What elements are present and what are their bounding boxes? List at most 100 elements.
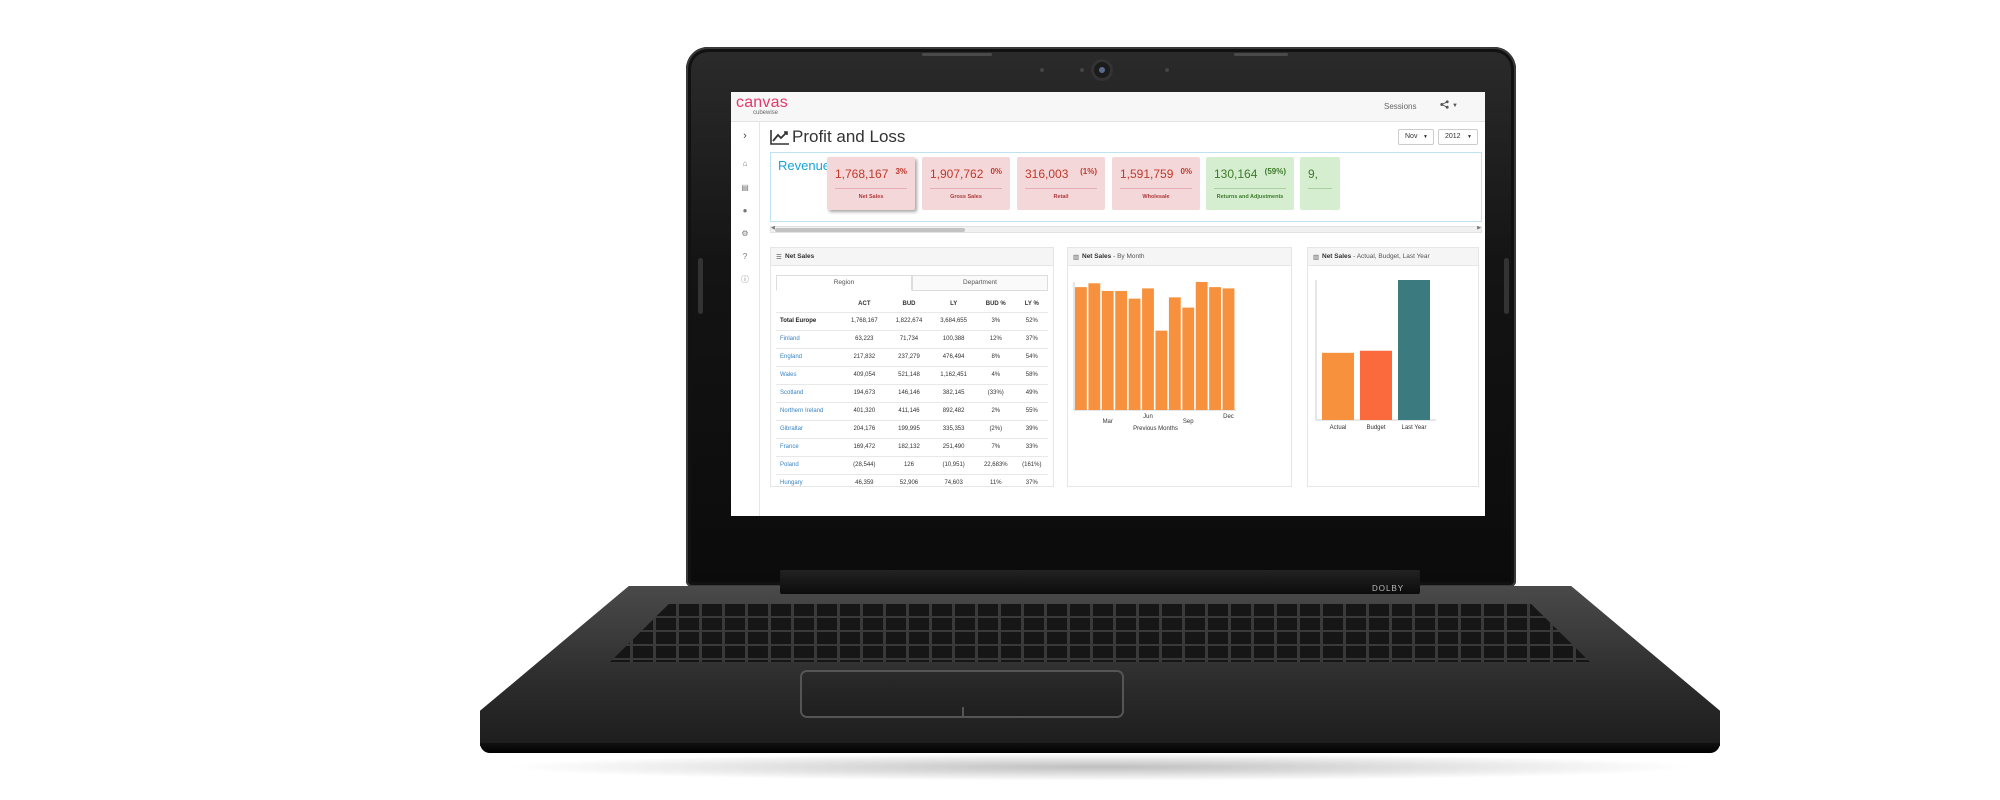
cell[interactable]: 4% (975, 365, 1016, 384)
chart-bar[interactable] (1142, 288, 1154, 410)
document-icon[interactable]: ▤ (739, 182, 751, 194)
cell[interactable]: 251,490 (931, 437, 976, 456)
cell[interactable]: 401,320 (842, 401, 887, 420)
cell[interactable]: 52,906 (886, 473, 932, 492)
row-name[interactable]: Poland (776, 455, 842, 474)
cell[interactable]: 100,388 (931, 329, 976, 348)
cell[interactable]: (33%) (975, 383, 1016, 402)
kpi-card-wholesale[interactable]: 1,591,759 0% Wholesale (1112, 157, 1200, 210)
year-select[interactable]: 2012 ▼ (1438, 129, 1478, 145)
column-header[interactable]: LY (931, 296, 976, 312)
cell[interactable]: 58% (1015, 365, 1048, 384)
cell[interactable]: 217,832 (842, 347, 887, 366)
row-name[interactable]: England (776, 347, 842, 366)
sessions-link[interactable]: Sessions (1384, 102, 1416, 111)
chart-bar[interactable] (1128, 298, 1141, 410)
scrollbar-thumb[interactable] (775, 228, 965, 232)
cell[interactable]: 194,673 (842, 383, 887, 402)
cell[interactable]: 169,472 (842, 437, 887, 456)
cell[interactable]: 1,768,167 (842, 311, 887, 330)
cell[interactable]: 71,734 (886, 329, 932, 348)
chart-bar[interactable] (1209, 287, 1221, 410)
chart-bar[interactable] (1155, 330, 1168, 410)
cell[interactable]: 22,683% (975, 455, 1016, 474)
row-name[interactable]: Gibraltar (776, 419, 842, 438)
column-header[interactable]: LY % (1016, 296, 1048, 312)
kpi-card-returns[interactable]: 130,164 (59%) Returns and Adjustments (1206, 157, 1294, 210)
cell[interactable]: 7% (975, 437, 1016, 456)
cell[interactable]: 74,603 (931, 473, 976, 492)
chart-bar[interactable] (1182, 307, 1195, 410)
chart-bar[interactable] (1115, 290, 1128, 410)
kpi-card-gross-sales[interactable]: 1,907,762 0% Gross Sales (922, 157, 1010, 210)
cell[interactable]: 55% (1015, 401, 1048, 420)
scroll-right-icon[interactable]: ▶ (1477, 225, 1481, 231)
cell[interactable]: 335,353 (931, 419, 976, 438)
chart-bar[interactable] (1360, 350, 1392, 420)
column-header[interactable]: ACT (842, 296, 887, 312)
cell[interactable]: 199,995 (886, 419, 932, 438)
row-name[interactable]: France (776, 437, 842, 456)
row-name[interactable]: Scotland (776, 383, 842, 402)
cell[interactable]: 892,482 (931, 401, 976, 420)
kpi-card-net-sales[interactable]: 1,768,167 3% Net Sales (827, 157, 915, 210)
cell[interactable]: (161%) (1015, 455, 1048, 474)
cell[interactable]: 8% (975, 347, 1016, 366)
cell[interactable]: 204,176 (842, 419, 887, 438)
tab-region[interactable]: Region (776, 275, 912, 291)
cell[interactable]: 521,148 (886, 365, 932, 384)
share-icon[interactable] (1440, 100, 1449, 111)
cell[interactable]: 39% (1015, 419, 1048, 438)
cell[interactable]: 52% (1015, 311, 1048, 330)
cell[interactable]: 476,494 (931, 347, 976, 366)
info-icon[interactable]: ⓘ (739, 274, 751, 286)
column-header[interactable]: BUD (887, 296, 932, 312)
cell[interactable]: 49% (1015, 383, 1048, 402)
cell[interactable]: 46,359 (842, 473, 887, 492)
row-name[interactable]: Wales (776, 365, 842, 384)
cell[interactable]: (28,544) (842, 455, 887, 474)
chart-bar[interactable] (1322, 352, 1354, 420)
cell[interactable]: 411,146 (886, 401, 932, 420)
cell[interactable]: 126 (886, 455, 932, 474)
cogs-icon[interactable]: ⚙ (739, 228, 751, 240)
row-name[interactable]: Hungary (776, 473, 842, 492)
cell[interactable]: 54% (1015, 347, 1048, 366)
cell[interactable]: 237,279 (886, 347, 932, 366)
chart-bar[interactable] (1101, 290, 1114, 410)
chart-bar[interactable] (1195, 282, 1208, 410)
column-header[interactable]: BUD % (976, 296, 1016, 312)
kpi-scrollbar[interactable]: ◀ ▶ (770, 225, 1482, 233)
help-icon[interactable]: ? (739, 251, 751, 263)
cell[interactable]: 146,146 (886, 383, 932, 402)
kpi-card-partial[interactable]: 9, (1300, 157, 1340, 210)
cell[interactable]: 1,822,674 (886, 311, 932, 330)
cell[interactable]: 37% (1015, 473, 1048, 492)
cell[interactable]: 182,132 (886, 437, 932, 456)
globe-icon[interactable]: ● (739, 205, 751, 217)
cell[interactable]: 3,684,655 (931, 311, 976, 330)
row-name[interactable]: Northern Ireland (776, 401, 842, 420)
month-select[interactable]: Nov ▼ (1398, 129, 1434, 145)
cell[interactable]: 3% (975, 311, 1016, 330)
cell[interactable]: 2% (975, 401, 1016, 420)
row-name[interactable]: Total Europe (776, 311, 842, 330)
share-caret-icon[interactable]: ▼ (1452, 103, 1458, 109)
chart-bar[interactable] (1222, 288, 1235, 410)
cell[interactable]: 33% (1015, 437, 1048, 456)
home-icon[interactable]: ⌂ (739, 158, 751, 170)
kpi-card-retail[interactable]: 316,003 (1%) Retail (1017, 157, 1105, 210)
cell[interactable]: (2%) (975, 419, 1016, 438)
chevron-right-icon[interactable]: › (739, 130, 751, 142)
cell[interactable]: 382,145 (931, 383, 976, 402)
tab-department[interactable]: Department (912, 275, 1048, 291)
cell[interactable]: (10,951) (931, 455, 976, 474)
chart-bar[interactable] (1168, 297, 1181, 410)
cell[interactable]: 1,162,451 (931, 365, 976, 384)
chart-bar[interactable] (1075, 287, 1087, 410)
row-name[interactable]: Finland (776, 329, 842, 348)
cell[interactable]: 409,054 (842, 365, 887, 384)
cell[interactable]: 11% (975, 473, 1016, 492)
column-header[interactable] (776, 296, 842, 312)
cell[interactable]: 63,223 (842, 329, 887, 348)
